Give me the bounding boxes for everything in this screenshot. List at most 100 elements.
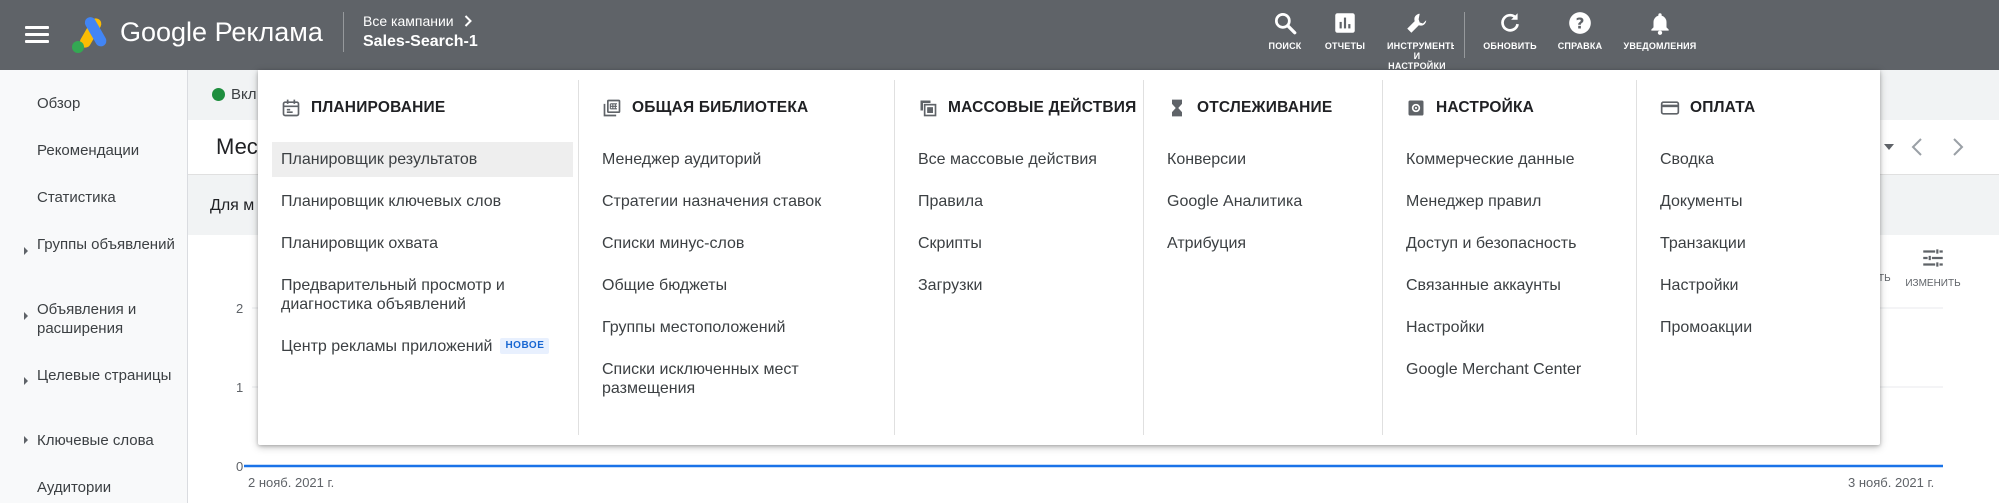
search-icon bbox=[1274, 12, 1297, 35]
wrench-icon bbox=[1407, 13, 1427, 33]
menu-item-label: Документы bbox=[1660, 193, 1743, 210]
chevron-right-icon[interactable] bbox=[1951, 136, 1965, 158]
menu-item-label: Предварительный просмотр и диагностика о… bbox=[281, 277, 505, 313]
sidebar-item-audiences[interactable]: Аудитории bbox=[37, 478, 187, 497]
google-ads-logo-icon[interactable] bbox=[70, 15, 110, 55]
menu-item-label: Загрузки bbox=[918, 277, 983, 294]
menu-item-keyword-planner[interactable]: Планировщик ключевых слов bbox=[272, 192, 572, 211]
expand-caret-icon[interactable] bbox=[24, 377, 28, 385]
breadcrumb-parent[interactable]: Все кампании bbox=[363, 13, 472, 29]
menu-item-shared-budgets[interactable]: Общие бюджеты bbox=[593, 276, 888, 295]
reports-icon bbox=[1335, 13, 1355, 33]
menu-item-label: Группы местоположений bbox=[602, 319, 786, 336]
library-icon bbox=[603, 99, 621, 117]
menu-item-business-data[interactable]: Коммерческие данные bbox=[1397, 150, 1630, 169]
y-tick-label: 0 bbox=[236, 459, 244, 474]
menu-item-linked-accounts[interactable]: Связанные аккаунты bbox=[1397, 276, 1630, 295]
menu-item-audience-manager[interactable]: Менеджер аудиторий bbox=[593, 150, 888, 169]
hamburger-icon-line bbox=[25, 40, 49, 43]
top-app-bar: Google Реклама Все кампании Sales-Search… bbox=[0, 0, 1999, 70]
menu-item-ad-preview-and-diagnosis[interactable]: Предварительный просмотр и диагностика о… bbox=[272, 276, 532, 314]
dropdown-arrow-icon[interactable] bbox=[1883, 142, 1895, 152]
menu-item-app-advertising-hub[interactable]: Центр рекламы приложений НОВОЕ bbox=[272, 337, 572, 356]
menu-item-label: Скрипты bbox=[918, 235, 982, 252]
menu-item-transactions[interactable]: Транзакции bbox=[1651, 234, 1874, 253]
tools-and-settings-menu: ПЛАНИРОВАНИЕ Планировщик результатов Пла… bbox=[258, 70, 1880, 445]
menu-item-billing-summary[interactable]: Сводка bbox=[1651, 150, 1874, 169]
menu-item-conversions[interactable]: Конверсии bbox=[1158, 150, 1376, 169]
sidebar-item-landing-pages[interactable]: Целевые страницы bbox=[37, 366, 187, 385]
tools-and-settings-button[interactable]: ИНСТРУМЕНТЫ И НАСТРОЙКИ bbox=[1380, 10, 1454, 70]
notifications-button[interactable]: УВЕДОМЛЕНИЯ bbox=[1620, 10, 1700, 51]
menu-item-scripts[interactable]: Скрипты bbox=[909, 234, 1137, 253]
expand-caret-icon[interactable] bbox=[24, 312, 28, 320]
chart-subheader-label: Для м bbox=[210, 197, 255, 214]
menu-item-promotions[interactable]: Промоакции bbox=[1651, 318, 1874, 337]
copy-icon bbox=[920, 100, 937, 117]
bell-icon bbox=[1651, 13, 1669, 35]
sidebar-item-keywords[interactable]: Ключевые слова bbox=[37, 431, 187, 450]
campaign-status[interactable]: Вкл bbox=[212, 86, 257, 103]
refresh-button-label: ОБНОВИТЬ bbox=[1483, 41, 1537, 51]
menu-item-location-groups[interactable]: Группы местоположений bbox=[593, 318, 888, 337]
menu-item-label: Связанные аккаунты bbox=[1406, 277, 1561, 294]
menu-item-label: Планировщик ключевых слов bbox=[281, 193, 502, 210]
menu-item-documents[interactable]: Документы bbox=[1651, 192, 1874, 211]
menu-item-label: Списки минус-слов bbox=[602, 235, 745, 252]
campaign-name[interactable]: Sales-Search-1 bbox=[363, 33, 478, 51]
product-name[interactable]: Google Реклама bbox=[120, 17, 323, 48]
toolbar-divider bbox=[1464, 12, 1465, 58]
menu-column-title: ПЛАНИРОВАНИЕ bbox=[311, 99, 446, 116]
menu-item-label: Правила bbox=[918, 193, 983, 210]
menu-item-reach-planner[interactable]: Планировщик охвата bbox=[272, 234, 572, 253]
breadcrumb-parent-label: Все кампании bbox=[363, 13, 454, 29]
menu-item-label: Стратегии назначения ставок bbox=[602, 193, 822, 210]
menu-column-header: НАСТРОЙКА bbox=[1406, 98, 1534, 118]
menu-column-header: ПЛАНИРОВАНИЕ bbox=[281, 98, 445, 118]
menu-item-bid-strategies[interactable]: Стратегии назначения ставок bbox=[593, 192, 888, 211]
menu-item-placement-exclusion-lists[interactable]: Списки исключенных мест размещения bbox=[593, 360, 833, 398]
expand-caret-icon[interactable] bbox=[24, 247, 28, 255]
reports-button-label: ОТЧЕТЫ bbox=[1324, 41, 1366, 51]
help-button[interactable]: ? СПРАВКА bbox=[1545, 10, 1615, 51]
menu-column-title: МАССОВЫЕ ДЕЙСТВИЯ bbox=[948, 99, 1137, 116]
menu-item-rule-manager[interactable]: Менеджер правил bbox=[1397, 192, 1630, 211]
sidebar-item-recommendations[interactable]: Рекомендации bbox=[37, 141, 187, 160]
menu-column-setup: НАСТРОЙКА Коммерческие данные Менеджер п… bbox=[1383, 70, 1636, 445]
campaign-status-label: Вкл bbox=[231, 86, 257, 103]
status-dot-icon bbox=[212, 88, 225, 101]
menu-item-billing-settings[interactable]: Настройки bbox=[1651, 276, 1874, 295]
main-menu-button[interactable] bbox=[22, 20, 52, 50]
sidebar-item-statistics[interactable]: Статистика bbox=[37, 188, 187, 207]
menu-item-access-and-security[interactable]: Доступ и безопасность bbox=[1397, 234, 1630, 253]
tune-icon bbox=[1923, 249, 1943, 267]
menu-column-title: ОБЩАЯ БИБЛИОТЕКА bbox=[632, 99, 809, 116]
menu-item-label: Списки исключенных мест размещения bbox=[602, 361, 799, 397]
menu-item-google-analytics[interactable]: Google Аналитика bbox=[1158, 192, 1376, 211]
menu-item-attribution[interactable]: Атрибуция bbox=[1158, 234, 1376, 253]
edit-chart-button[interactable]: ИЗМЕНИТЬ bbox=[1898, 245, 1968, 289]
menu-item-negative-keyword-lists[interactable]: Списки минус-слов bbox=[593, 234, 888, 253]
sidebar-item-ads-and-extensions[interactable]: Объявления и расширения bbox=[37, 300, 187, 338]
menu-item-label: Общие бюджеты bbox=[602, 277, 728, 294]
menu-item-uploads[interactable]: Загрузки bbox=[909, 276, 1137, 295]
expand-caret-icon[interactable] bbox=[24, 436, 28, 444]
refresh-button[interactable]: ОБНОВИТЬ bbox=[1475, 10, 1545, 51]
menu-item-label: Коммерческие данные bbox=[1406, 151, 1575, 168]
menu-item-setup-settings[interactable]: Настройки bbox=[1397, 318, 1630, 337]
settings-icon bbox=[1408, 100, 1424, 116]
menu-column-planning: ПЛАНИРОВАНИЕ Планировщик результатов Пла… bbox=[258, 70, 578, 445]
reports-button[interactable]: ОТЧЕТЫ bbox=[1310, 10, 1380, 51]
menu-item-label: Транзакции bbox=[1660, 235, 1746, 252]
menu-item-label: Менеджер аудиторий bbox=[602, 151, 762, 168]
menu-item-rules[interactable]: Правила bbox=[909, 192, 1137, 211]
menu-item-performance-planner[interactable]: Планировщик результатов bbox=[272, 142, 573, 177]
chevron-left-icon[interactable] bbox=[1910, 136, 1924, 158]
hourglass-icon bbox=[1172, 99, 1182, 117]
y-tick-label: 1 bbox=[236, 380, 244, 395]
menu-item-google-merchant-center[interactable]: Google Merchant Center bbox=[1397, 360, 1630, 379]
menu-item-all-bulk-actions[interactable]: Все массовые действия bbox=[909, 150, 1137, 169]
sidebar-item-ad-groups[interactable]: Группы объявлений bbox=[37, 235, 187, 254]
sidebar-item-overview[interactable]: Обзор bbox=[37, 94, 187, 113]
credit-card-icon bbox=[1660, 101, 1680, 115]
